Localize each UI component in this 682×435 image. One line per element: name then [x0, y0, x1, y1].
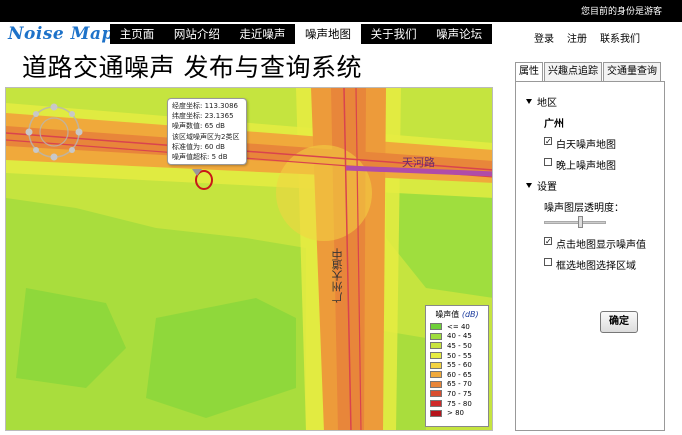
popup-line-latitude: 纬度坐标: 23.1365 [172, 112, 234, 121]
top-bar: 您目前的身份是游客 [0, 0, 682, 22]
legend-swatch [430, 390, 442, 398]
legend-label: 60 - 65 [447, 370, 472, 379]
legend-item: 65 - 70 [430, 380, 484, 390]
night-map-label: 晚上噪声地图 [556, 161, 616, 172]
legend-item: 75 - 80 [430, 399, 484, 409]
legend-swatch [430, 323, 442, 331]
noise-map-canvas[interactable] [6, 88, 493, 431]
panel-tabs: 属性 兴趣点追踪 交通量查询 [515, 62, 665, 81]
legend-title: 噪声值 (dB) [430, 309, 484, 320]
properties-panel: 地区 广州 ✓ 白天噪声地图 晚上噪声地图 设置 噪声图层透明度： ✓ 点击地图… [515, 81, 665, 431]
legend-label: 40 - 45 [447, 332, 472, 341]
ok-button[interactable]: 确定 [600, 311, 638, 333]
legend-unit: (dB) [461, 310, 479, 319]
popup-line-excess: 噪声值超标: 5 dB [172, 153, 228, 162]
nav-item-about-noise[interactable]: 走近噪声 [230, 24, 296, 44]
day-map-checkbox[interactable]: ✓ [544, 136, 552, 145]
legend-label: 75 - 80 [447, 399, 472, 408]
legend-label: 45 - 50 [447, 341, 472, 350]
night-map-option[interactable]: 晚上噪声地图 [544, 157, 664, 172]
legend-label: 65 - 70 [447, 380, 472, 389]
legend-label: 70 - 75 [447, 389, 472, 398]
box-select-checkbox[interactable] [544, 257, 552, 266]
legend-item: 45 - 50 [430, 341, 484, 351]
popup-line-standard: 标准值为: 60 dB [172, 142, 225, 151]
legend-swatch [430, 342, 442, 350]
noise-map[interactable]: 天河路 广州大道中 经度坐标: 113.3086 纬度坐标: 23.1365 噪… [5, 87, 493, 431]
popup-line-zone: 该区域噪声区为2类区 [172, 132, 240, 141]
legend-title-text: 噪声值 [435, 310, 460, 319]
opacity-label: 噪声图层透明度： [544, 203, 624, 214]
box-select-label: 框选地图选择区域 [556, 261, 636, 272]
noise-info-popup: 经度坐标: 113.3086 纬度坐标: 23.1365 噪声数值: 65 dB… [167, 98, 247, 166]
settings-heading: 设置 [537, 182, 557, 193]
popup-pointer [192, 169, 202, 176]
day-map-option[interactable]: ✓ 白天噪声地图 [544, 136, 664, 151]
day-map-label: 白天噪声地图 [556, 140, 616, 151]
click-show-checkbox[interactable]: ✓ [544, 236, 552, 245]
register-link[interactable]: 注册 [567, 30, 587, 45]
tab-traffic-query[interactable]: 交通量查询 [603, 62, 661, 81]
city-name: 广州 [544, 119, 564, 130]
legend-swatch [430, 380, 442, 388]
legend-swatch [430, 400, 442, 408]
legend-item: 70 - 75 [430, 389, 484, 399]
logo[interactable]: Noise Map [8, 24, 114, 44]
login-link[interactable]: 登录 [534, 30, 554, 45]
legend-label: > 80 [447, 409, 464, 418]
nav-item-about-us[interactable]: 关于我们 [361, 24, 427, 44]
opacity-slider-track[interactable] [544, 221, 606, 224]
click-show-label: 点击地图显示噪声值 [556, 240, 646, 251]
night-map-checkbox[interactable] [544, 157, 552, 166]
legend-swatch [430, 352, 442, 360]
settings-section-header[interactable]: 设置 [526, 178, 664, 193]
legend-swatch [430, 371, 442, 379]
legend-swatch [430, 409, 442, 417]
legend-label: 50 - 55 [447, 351, 472, 360]
user-status: 您目前的身份是游客 [580, 7, 662, 17]
region-section-header[interactable]: 地区 [526, 94, 664, 109]
main-nav: 主页面 网站介绍 走近噪声 噪声地图 关于我们 噪声论坛 [110, 24, 492, 44]
click-show-option[interactable]: ✓ 点击地图显示噪声值 [544, 236, 664, 251]
app-root: 您目前的身份是游客 Noise Map 主页面 网站介绍 走近噪声 噪声地图 关… [0, 0, 682, 435]
opacity-slider-handle[interactable] [578, 216, 584, 228]
collapse-triangle-icon [526, 99, 532, 104]
popup-line-noise-value: 噪声数值: 65 dB [172, 122, 225, 131]
box-select-option[interactable]: 框选地图选择区域 [544, 257, 664, 272]
legend-item: 60 - 65 [430, 370, 484, 380]
noise-legend: 噪声值 (dB) <= 40 40 - 45 45 - 50 50 - 55 55 - … [425, 305, 489, 427]
region-heading: 地区 [537, 98, 557, 109]
nav-item-forum[interactable]: 噪声论坛 [426, 24, 492, 44]
collapse-triangle-icon [526, 183, 532, 188]
opacity-slider[interactable] [544, 216, 606, 228]
legend-swatch [430, 332, 442, 340]
contact-link[interactable]: 联系我们 [600, 30, 640, 45]
legend-item: 55 - 60 [430, 360, 484, 370]
legend-label: <= 40 [447, 322, 470, 331]
side-panel: 属性 兴趣点追踪 交通量查询 地区 广州 ✓ 白天噪声地图 晚上噪声地图 设置 … [515, 62, 665, 432]
legend-item: <= 40 [430, 322, 484, 332]
tab-poi-tracking[interactable]: 兴趣点追踪 [544, 62, 602, 81]
popup-line-longitude: 经度坐标: 113.3086 [172, 102, 238, 110]
page-title: 道路交通噪声 发布与查询系统 [22, 53, 362, 82]
nav-item-noise-map[interactable]: 噪声地图 [295, 24, 361, 44]
nav-item-intro[interactable]: 网站介绍 [164, 24, 230, 44]
legend-label: 55 - 60 [447, 361, 472, 370]
account-links: 登录 注册 联系我们 [534, 30, 640, 45]
legend-item: 50 - 55 [430, 351, 484, 361]
tab-properties[interactable]: 属性 [515, 62, 543, 81]
legend-item: 40 - 45 [430, 332, 484, 342]
legend-swatch [430, 361, 442, 369]
legend-item: > 80 [430, 408, 484, 418]
nav-item-home[interactable]: 主页面 [110, 24, 164, 44]
road-label-guangzhou-avenue: 广州大道中 [331, 248, 344, 303]
road-label-tianhe: 天河路 [402, 156, 435, 169]
